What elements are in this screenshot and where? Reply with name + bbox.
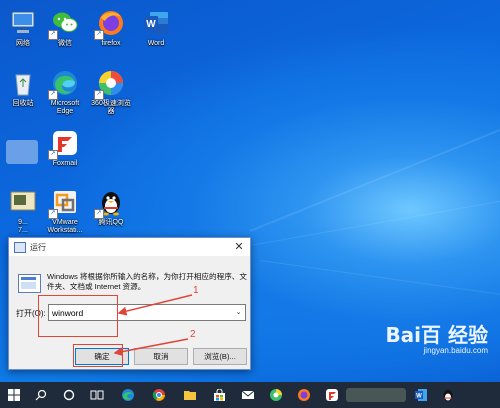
svg-text:W: W [416,394,422,400]
cortana-icon [63,389,75,401]
task-view-icon [90,390,104,400]
taskbar-file-explorer[interactable] [179,382,201,408]
annotation-arrow-1 [117,294,193,316]
360-browser-icon [270,389,282,401]
firefox-icon [298,389,310,401]
qq-penguin-icon [443,390,453,401]
cortana-button[interactable] [58,382,80,408]
taskbar-firefox[interactable] [293,382,315,408]
taskbar-qq[interactable] [437,382,459,408]
taskbar: W [0,382,500,408]
mail-icon [241,390,255,399]
taskbar-chrome[interactable] [148,382,170,408]
word-icon: W [415,389,427,401]
windows-icon [8,389,20,401]
store-icon [213,388,225,401]
taskbar-store[interactable] [208,382,230,408]
edge-icon [122,389,134,401]
annotation-arrow-2 [113,338,189,357]
annotation-marker-2: 2 [190,329,196,340]
chrome-icon [152,389,165,401]
taskbar-foxmail[interactable] [321,382,343,408]
taskbar-word[interactable]: W [410,382,432,408]
taskbar-360-browser[interactable] [265,382,287,408]
search-icon [35,389,47,401]
taskbar-mail[interactable] [237,382,259,408]
taskbar-edge[interactable] [117,382,139,408]
folder-icon [184,391,196,400]
annotation-arrows [113,294,193,357]
start-button[interactable] [3,382,25,408]
foxmail-icon [326,389,338,401]
task-view-button[interactable] [86,382,108,408]
search-button[interactable] [30,382,52,408]
blurred-taskbar-items [346,388,406,402]
annotation-marker-1: 1 [193,285,199,296]
